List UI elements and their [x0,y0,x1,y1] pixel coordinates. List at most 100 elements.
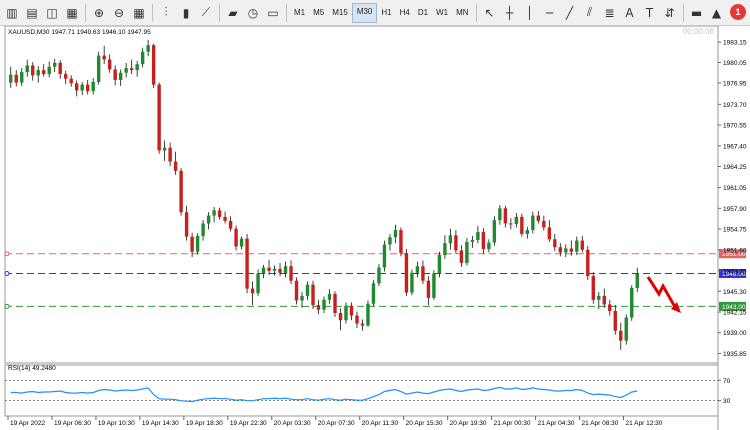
candlestick[interactable] [619,322,623,350]
timeframe-m5[interactable]: M5 [309,4,328,22]
candlestick[interactable] [432,270,436,300]
candlestick[interactable] [261,264,266,279]
candlestick[interactable] [602,288,606,308]
candlestick[interactable] [162,140,167,161]
candlestick[interactable] [58,60,62,79]
candlestick[interactable] [64,70,68,84]
candlestick[interactable] [96,51,101,85]
candlestick[interactable] [47,61,51,78]
candlestick[interactable] [74,80,79,97]
templates-icon[interactable]: ▭ [265,5,281,21]
candlestick[interactable] [212,207,216,223]
candlestick[interactable] [509,218,513,230]
candlestick[interactable] [366,300,370,327]
candlestick[interactable] [454,230,458,254]
candlestick[interactable] [300,291,304,308]
candlestick[interactable] [228,216,233,232]
line-chart-icon[interactable]: ⟋ [198,5,214,21]
candlestick-icon[interactable]: ▮ [178,5,194,21]
candlestick[interactable] [393,224,398,244]
candlestick[interactable] [20,68,24,86]
vertical-line-icon[interactable]: │ [522,5,538,21]
candlestick[interactable] [102,45,106,65]
candlestick[interactable] [448,228,453,250]
candlestick[interactable] [140,47,145,68]
candlestick[interactable] [558,243,563,257]
candlestick[interactable] [135,60,139,77]
candlestick[interactable] [25,59,29,77]
indicators-icon[interactable]: ▰ [225,5,241,21]
zoom-in-icon[interactable]: ⊕ [91,5,107,21]
timeframe-w1[interactable]: W1 [432,4,452,22]
candlestick[interactable] [146,39,150,57]
notification-badge[interactable]: 1 [730,4,746,20]
candlestick[interactable] [14,70,18,87]
candlestick[interactable] [283,261,288,278]
candlestick[interactable] [118,69,123,86]
candlestick[interactable] [333,291,337,317]
timeframe-mn[interactable]: MN [452,4,472,22]
candlestick[interactable] [157,82,161,154]
candlestick[interactable] [294,277,299,305]
zoom-out-icon[interactable]: ⊖ [111,5,127,21]
candlestick[interactable] [349,302,354,321]
candlestick[interactable] [503,205,508,228]
candlestick[interactable] [113,65,117,86]
chart-area[interactable]: 1951.00 1948.00 1943.00 1983.15 1980.05 1976… [0,26,750,430]
candlestick[interactable] [547,220,552,242]
candlestick[interactable] [305,281,310,300]
cursor-icon[interactable]: ↖ [482,5,498,21]
candlestick[interactable] [256,269,260,296]
market-watch-icon[interactable]: ◫ [44,5,60,21]
candlestick[interactable] [344,302,348,324]
candlestick[interactable] [338,308,343,331]
label-icon[interactable]: T [642,5,658,21]
fibonacci-icon[interactable]: ≣ [602,5,618,21]
candlestick[interactable] [184,205,189,241]
candlestick[interactable] [459,245,464,267]
candlestick[interactable] [465,237,469,266]
candlestick[interactable] [360,319,365,331]
candlestick[interactable] [9,66,13,88]
clock-icon[interactable]: ◷ [245,5,261,21]
candlestick[interactable] [586,245,590,281]
candlestick[interactable] [410,269,414,296]
candlestick[interactable] [327,289,332,304]
timeframe-m30[interactable]: M30 [351,2,378,23]
candlestick[interactable] [415,261,420,278]
text-icon[interactable]: A [622,5,638,21]
bar-chart-icon[interactable]: ⫶ [158,5,174,21]
timeframe-m15[interactable]: M15 [328,4,352,22]
candlestick[interactable] [85,79,90,95]
candlestick[interactable] [250,281,255,306]
candlestick[interactable] [36,66,40,83]
candlestick[interactable] [470,235,475,248]
candlestick[interactable] [404,249,409,296]
candlestick[interactable] [514,212,519,228]
profiles-icon[interactable]: ▤ [24,5,40,21]
candlestick[interactable] [124,62,128,78]
timeframe-h1[interactable]: H1 [377,4,395,22]
candlestick[interactable] [487,239,491,253]
candlestick[interactable] [311,280,315,310]
candlestick[interactable] [234,225,238,251]
candlestick[interactable] [217,207,222,220]
candlestick[interactable] [443,235,447,260]
candlestick[interactable] [316,299,321,315]
arrows-icon[interactable]: ⇵ [662,5,678,21]
candlestick[interactable] [553,233,557,252]
candlestick[interactable] [69,75,73,87]
candlestick[interactable] [476,226,480,244]
candlestick[interactable] [608,299,612,316]
candlestick[interactable] [168,142,172,167]
crosshair-icon[interactable]: ┼ [502,5,518,21]
price-chart[interactable]: 1951.001948.001943.00 1983.151980.051976… [0,26,750,430]
candlestick[interactable] [542,215,546,231]
candlestick[interactable] [498,205,502,225]
new-chart-icon[interactable]: ▥ [4,5,20,21]
candlestick[interactable] [388,233,392,251]
horizontal-line-icon[interactable]: ─ [542,5,558,21]
candlestick[interactable] [267,259,271,275]
candlestick[interactable] [481,228,486,254]
candlestick[interactable] [223,211,227,224]
